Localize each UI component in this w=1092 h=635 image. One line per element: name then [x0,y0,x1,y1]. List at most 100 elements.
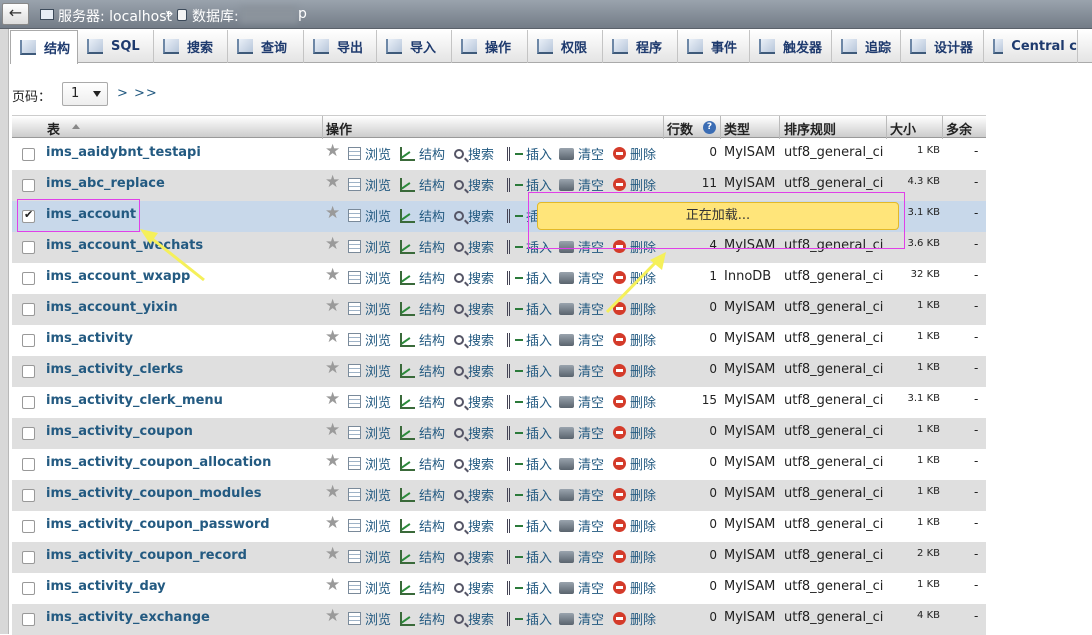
tab-designer[interactable]: 设计器 [901,30,984,63]
browse-action[interactable]: 浏览 [348,144,391,163]
table-row[interactable]: ims_activity_clerk_menu ★ 浏览 结构 搜索 插入 清空 删除 15 My… [12,387,986,418]
insert-action[interactable]: 插入 [507,392,552,411]
browse-action[interactable]: 浏览 [348,392,391,411]
table-name-link[interactable]: ims_aaidybnt_testapi [46,145,201,160]
structure-action[interactable]: 结构 [400,175,445,194]
drop-action[interactable]: 删除 [613,299,656,318]
table-row[interactable]: ims_activity ★ 浏览 结构 搜索 插入 清空 删除 0 MyISAM utf8_gen… [12,325,986,356]
insert-action[interactable]: 插入 [507,609,552,628]
tab-export[interactable]: 导出 [304,30,377,63]
row-checkbox[interactable] [22,489,35,502]
favorite-star-icon[interactable]: ★ [325,267,340,284]
row-checkbox[interactable] [22,179,35,192]
back-arrow-icon[interactable]: ← [2,3,29,25]
table-size[interactable]: 1 KB [882,517,940,528]
browse-action[interactable]: 浏览 [348,330,391,349]
table-size[interactable]: 4.3 KB [882,176,941,187]
empty-action[interactable]: 清空 [559,144,604,163]
table-row[interactable]: ims_aaidybnt_testapi ★ 浏览 结构 搜索 插入 清空 删除 0 MyISAM… [12,139,986,170]
empty-action[interactable]: 清空 [559,547,604,566]
browse-action[interactable]: 浏览 [348,237,391,256]
header-table[interactable]: 表 [47,119,60,138]
browse-action[interactable]: 浏览 [348,516,391,535]
search-action[interactable]: 搜索 [454,485,494,504]
table-row[interactable]: ims_activity_coupon_record ★ 浏览 结构 搜索 插入 清空 删除 0… [12,542,986,573]
favorite-star-icon[interactable]: ★ [325,608,340,625]
browse-action[interactable]: 浏览 [348,361,391,380]
search-action[interactable]: 搜索 [454,516,494,535]
structure-action[interactable]: 结构 [400,578,445,597]
structure-action[interactable]: 结构 [400,268,445,287]
structure-action[interactable]: 结构 [400,547,445,566]
row-checkbox[interactable] [22,427,35,440]
drop-action[interactable]: 删除 [613,578,656,597]
browse-action[interactable]: 浏览 [348,454,391,473]
favorite-star-icon[interactable]: ★ [325,298,340,315]
search-action[interactable]: 搜索 [454,237,494,256]
header-collation[interactable]: 排序规则 [784,119,836,138]
drop-action[interactable]: 删除 [613,454,656,473]
tab-eye[interactable]: 追踪 [832,30,901,63]
table-name-link[interactable]: ims_activity_day [46,579,166,594]
tab-structure[interactable]: 结构 [10,30,78,64]
table-size[interactable]: 1 KB [882,579,940,590]
structure-action[interactable]: 结构 [400,299,445,318]
table-row[interactable]: ims_activity_coupon_password ★ 浏览 结构 搜索 插入 清空 删… [12,511,986,542]
browse-action[interactable]: 浏览 [348,423,391,442]
tab-sql[interactable]: SQL [78,30,154,63]
insert-action[interactable]: 插入 [507,361,552,380]
navigation-collapse-strip[interactable] [0,0,9,634]
drop-action[interactable]: 删除 [613,268,656,287]
table-row[interactable]: ims_account_wxapp ★ 浏览 结构 搜索 插入 清空 删除 1 InnoDB utf… [12,263,986,294]
table-row[interactable]: ims_account_yixin ★ 浏览 结构 搜索 插入 清空 删除 0 MyISAM utf… [12,294,986,325]
row-checkbox[interactable] [22,520,35,533]
browse-action[interactable]: 浏览 [348,175,391,194]
empty-action[interactable]: 清空 [559,361,604,380]
search-action[interactable]: 搜索 [454,547,494,566]
table-name-link[interactable]: ims_activity_exchange [46,610,210,625]
empty-action[interactable]: 清空 [559,609,604,628]
favorite-star-icon[interactable]: ★ [325,329,340,346]
table-size[interactable]: 3.1 KB [882,393,941,404]
insert-action[interactable]: 插入 [507,454,552,473]
empty-action[interactable]: 清空 [559,454,604,473]
table-size[interactable]: 1 KB [882,486,940,497]
structure-action[interactable]: 结构 [400,423,445,442]
insert-action[interactable]: 插入 [507,547,552,566]
browse-action[interactable]: 浏览 [348,268,391,287]
insert-action[interactable]: 插入 [507,299,552,318]
drop-action[interactable]: 删除 [613,361,656,380]
favorite-star-icon[interactable]: ★ [325,546,340,563]
row-checkbox[interactable] [22,551,35,564]
tab-triggers[interactable]: 触发器 [750,30,832,63]
empty-action[interactable]: 清空 [559,268,604,287]
search-action[interactable]: 搜索 [454,578,494,597]
table-size[interactable]: 1 KB [882,145,940,156]
structure-action[interactable]: 结构 [400,330,445,349]
drop-action[interactable]: 删除 [613,609,656,628]
table-name-link[interactable]: ims_activity_coupon_record [46,548,247,563]
insert-action[interactable]: 插入 [507,423,552,442]
insert-action[interactable]: 插入 [507,516,552,535]
structure-action[interactable]: 结构 [400,454,445,473]
insert-action[interactable]: 插入 [507,330,552,349]
header-overhead[interactable]: 多余 [946,119,972,138]
browse-action[interactable]: 浏览 [348,547,391,566]
insert-action[interactable]: 插入 [507,144,552,163]
header-type[interactable]: 类型 [724,119,750,138]
empty-action[interactable]: 清空 [559,392,604,411]
help-icon[interactable]: ? [703,121,716,134]
breadcrumb-server[interactable]: 服务器: localhost [58,6,172,26]
favorite-star-icon[interactable]: ★ [325,515,340,532]
table-size[interactable]: 2 KB [882,548,940,559]
drop-action[interactable]: 删除 [613,423,656,442]
favorite-star-icon[interactable]: ★ [325,577,340,594]
row-checkbox[interactable] [22,458,35,471]
structure-action[interactable]: 结构 [400,206,445,225]
drop-action[interactable]: 删除 [613,547,656,566]
row-checkbox[interactable] [22,241,35,254]
search-action[interactable]: 搜索 [454,206,494,225]
row-checkbox[interactable] [22,148,35,161]
favorite-star-icon[interactable]: ★ [325,236,340,253]
table-name-link[interactable]: ims_account_wxapp [46,269,190,284]
